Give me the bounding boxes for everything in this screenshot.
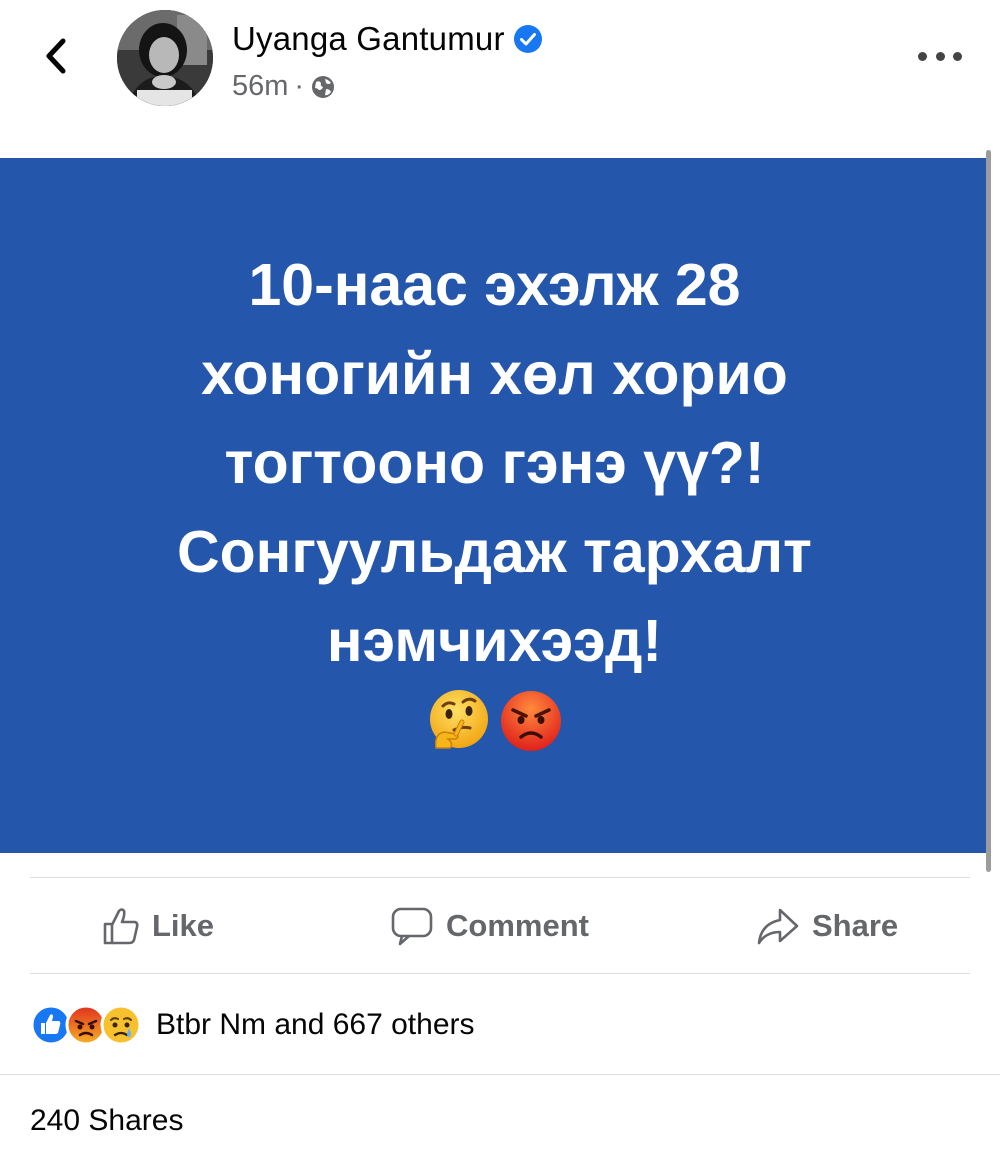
post-text-line: нэмчихээд!	[326, 608, 663, 674]
angry-face-emoji	[500, 691, 561, 751]
comment-label: Comment	[446, 908, 589, 943]
post-text-line: хоногийн хөл хорио	[201, 341, 788, 407]
more-dot	[953, 51, 962, 61]
reactions-summary-text[interactable]: Btbr Nm and 667 others	[156, 1008, 475, 1042]
author-avatar[interactable]	[117, 10, 213, 106]
share-button[interactable]: Share	[756, 880, 898, 972]
post-actions: Like Comment Share	[30, 880, 970, 972]
post-emoji-row	[426, 688, 564, 754]
post-text-line: Сонгуульдаж тархалт	[177, 519, 812, 585]
post-card[interactable]: 10-наас эхэлж 28 хоногийн хөл хорио тогт…	[0, 158, 989, 853]
more-dot	[918, 51, 927, 61]
verified-badge-icon	[513, 25, 542, 53]
comment-icon	[391, 907, 433, 946]
shares-count[interactable]: 240 Shares	[30, 1104, 183, 1138]
author-name[interactable]: Uyanga Gantumur	[232, 20, 505, 58]
avatar-photo	[117, 10, 213, 106]
reactions-summary[interactable]: Btbr Nm and 667 others	[30, 1002, 475, 1048]
chevron-left-icon	[46, 38, 66, 74]
like-label: Like	[152, 908, 215, 943]
post-text-line: тогтооно гэнэ үү?!	[224, 430, 765, 496]
share-label: Share	[812, 908, 899, 943]
back-button[interactable]	[36, 34, 76, 78]
divider	[30, 877, 970, 878]
scrollbar[interactable]	[986, 150, 991, 872]
post-text-line: 10-наас эхэлж 28	[248, 252, 741, 318]
divider	[30, 973, 970, 974]
post-text: 10-наас эхэлж 28 хоногийн хөл хорио тогт…	[177, 241, 812, 686]
globe-icon[interactable]	[310, 74, 336, 100]
thumbs-up-icon	[103, 908, 139, 945]
reaction-icons	[30, 1004, 146, 1046]
meta-separator: ·	[294, 70, 305, 102]
like-button[interactable]: Like	[102, 880, 214, 972]
comment-button[interactable]: Comment	[390, 880, 589, 972]
post-timestamp[interactable]: 56m	[232, 70, 288, 103]
share-arrow-icon	[757, 908, 799, 945]
divider	[0, 1074, 1000, 1075]
post-meta: 56m ·	[232, 70, 336, 103]
more-options-button[interactable]	[918, 44, 962, 68]
author-name-row[interactable]: Uyanga Gantumur	[232, 20, 543, 58]
sad-reaction-icon	[100, 1004, 142, 1046]
post-page: Uyanga Gantumur 56m · 10-наас эхэлж 28 х…	[0, 0, 1000, 1172]
more-dot	[935, 51, 945, 61]
thinking-face-emoji	[429, 690, 488, 749]
